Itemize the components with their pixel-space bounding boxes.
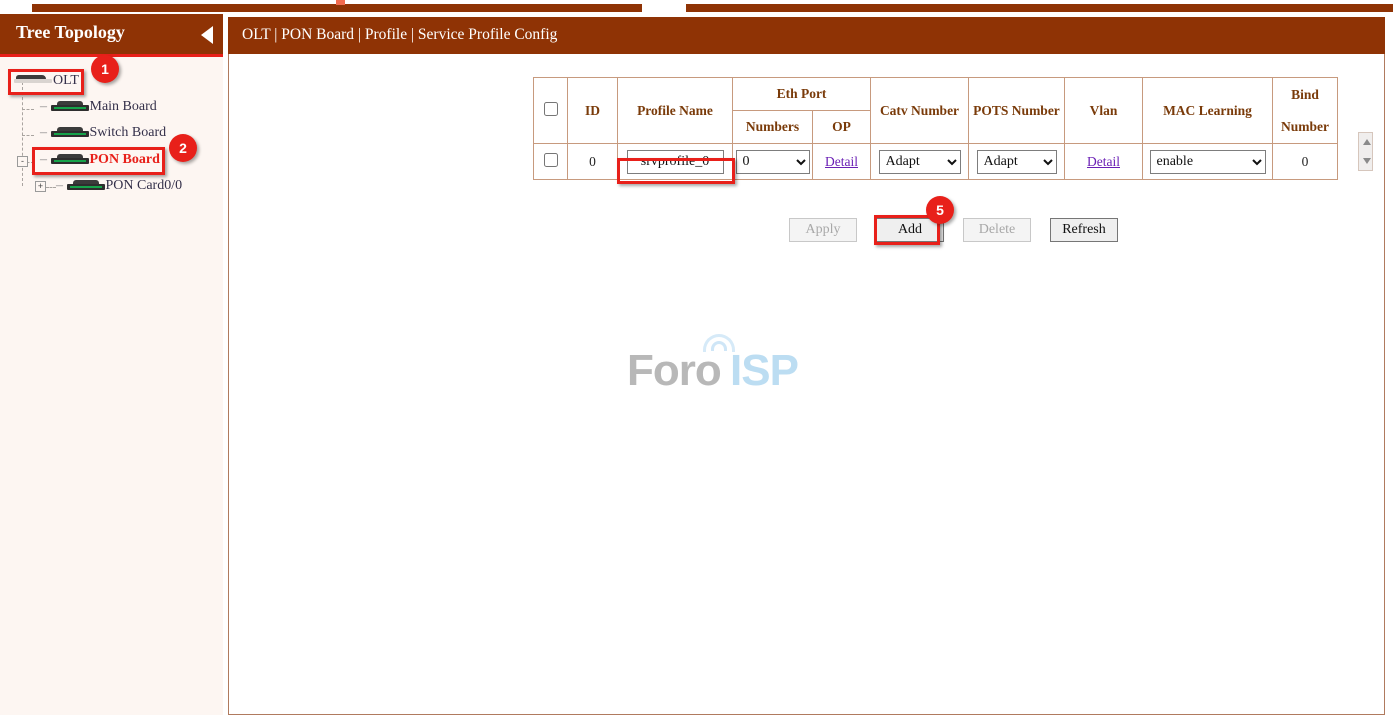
row-scrollbar[interactable] [1358,132,1373,171]
vlan-detail-link[interactable]: Detail [1087,154,1120,169]
triangle-down-icon[interactable] [1363,158,1371,164]
cell-pots-number: Adapt [969,144,1065,180]
profile-name-input[interactable] [627,150,724,174]
content-header: OLT | PON Board | Profile | Service Prof… [228,17,1385,54]
step-badge-1: 1 [91,55,119,83]
tree-connector [22,109,34,110]
header-eth-op: OP [813,111,871,144]
tree-item-pon-board[interactable]: – PON Board [40,152,160,174]
select-all-checkbox[interactable] [544,102,558,116]
cell-vlan: Detail [1065,144,1143,180]
header-select-all [534,78,568,144]
board-device-icon [51,101,89,112]
apply-button[interactable]: Apply [789,218,857,242]
header-pots-number: POTS Number [969,78,1065,144]
header-bind-number: Bind Number [1273,78,1338,144]
breadcrumb: OLT | PON Board | Profile | Service Prof… [242,26,557,44]
tree-expander-pon-card[interactable]: + [35,181,46,192]
tree-connector [22,135,34,136]
tree-topology-panel: Tree Topology OLT – Main Board – Switc [0,14,223,715]
watermark-text-foro: Foro [627,346,721,396]
top-accent-dot [336,0,345,5]
pots-number-select[interactable]: Adapt [977,150,1057,174]
cell-catv-number: Adapt [871,144,969,180]
header-id: ID [568,78,618,144]
foroisp-watermark: Foro ISP [627,332,827,398]
delete-button[interactable]: Delete [963,218,1031,242]
tree-connector [46,187,56,188]
mac-learning-select[interactable]: enable [1150,150,1266,174]
top-accent-bar-right [686,4,1393,12]
table-row: 0 0 Detail [534,144,1338,180]
board-device-icon [51,154,89,165]
header-mac-learning: MAC Learning [1143,78,1273,144]
action-button-row: Apply Add Delete Refresh [789,218,1133,242]
eth-op-detail-link[interactable]: Detail [825,154,858,169]
cell-mac-learning: enable [1143,144,1273,180]
watermark-text-isp: ISP [730,346,798,396]
header-eth-port: Eth Port [733,78,871,111]
header-bind-number-line1: Bind [1291,87,1319,102]
card-device-icon [67,180,105,191]
refresh-button[interactable]: Refresh [1050,218,1118,242]
chevron-left-icon[interactable] [201,26,213,44]
cell-eth-numbers: 0 [733,144,813,180]
catv-number-select[interactable]: Adapt [879,150,961,174]
service-profile-table: ID Profile Name Eth Port Catv Number POT… [533,77,1338,180]
step-badge-5: 5 [926,196,954,224]
header-bind-number-line2: Number [1281,119,1329,134]
row-select-cell [534,144,568,180]
header-profile-name: Profile Name [618,78,733,144]
header-catv-number: Catv Number [871,78,969,144]
header-eth-numbers: Numbers [733,111,813,144]
olt-device-icon [14,75,52,86]
cell-bind-number: 0 [1273,144,1338,180]
tree-expander-pon-board[interactable]: - [17,156,28,167]
cell-id: 0 [568,144,618,180]
top-accent-bar-left [32,4,642,12]
cell-profile-name [618,144,733,180]
triangle-up-icon[interactable] [1363,139,1371,145]
tree-item-switch-board[interactable]: – Switch Board [40,125,166,147]
tree-item-pon-card[interactable]: – PON Card0/0 [56,178,182,200]
header-vlan: Vlan [1065,78,1143,144]
row-select-checkbox[interactable] [544,153,558,167]
tree-connector [22,82,23,186]
board-device-icon [51,127,89,138]
step-badge-2: 2 [169,134,197,162]
tree-item-main-board[interactable]: – Main Board [40,99,157,121]
tree-item-olt[interactable]: OLT [14,73,79,95]
service-profile-table-wrapper: ID Profile Name Eth Port Catv Number POT… [533,77,1367,195]
content-body: Foro ISP ID Profile Name [228,54,1385,715]
tree-topology-header: Tree Topology [0,14,223,54]
eth-numbers-select[interactable]: 0 [736,150,810,174]
page-title: Tree Topology [16,22,125,43]
cell-eth-op: Detail [813,144,871,180]
